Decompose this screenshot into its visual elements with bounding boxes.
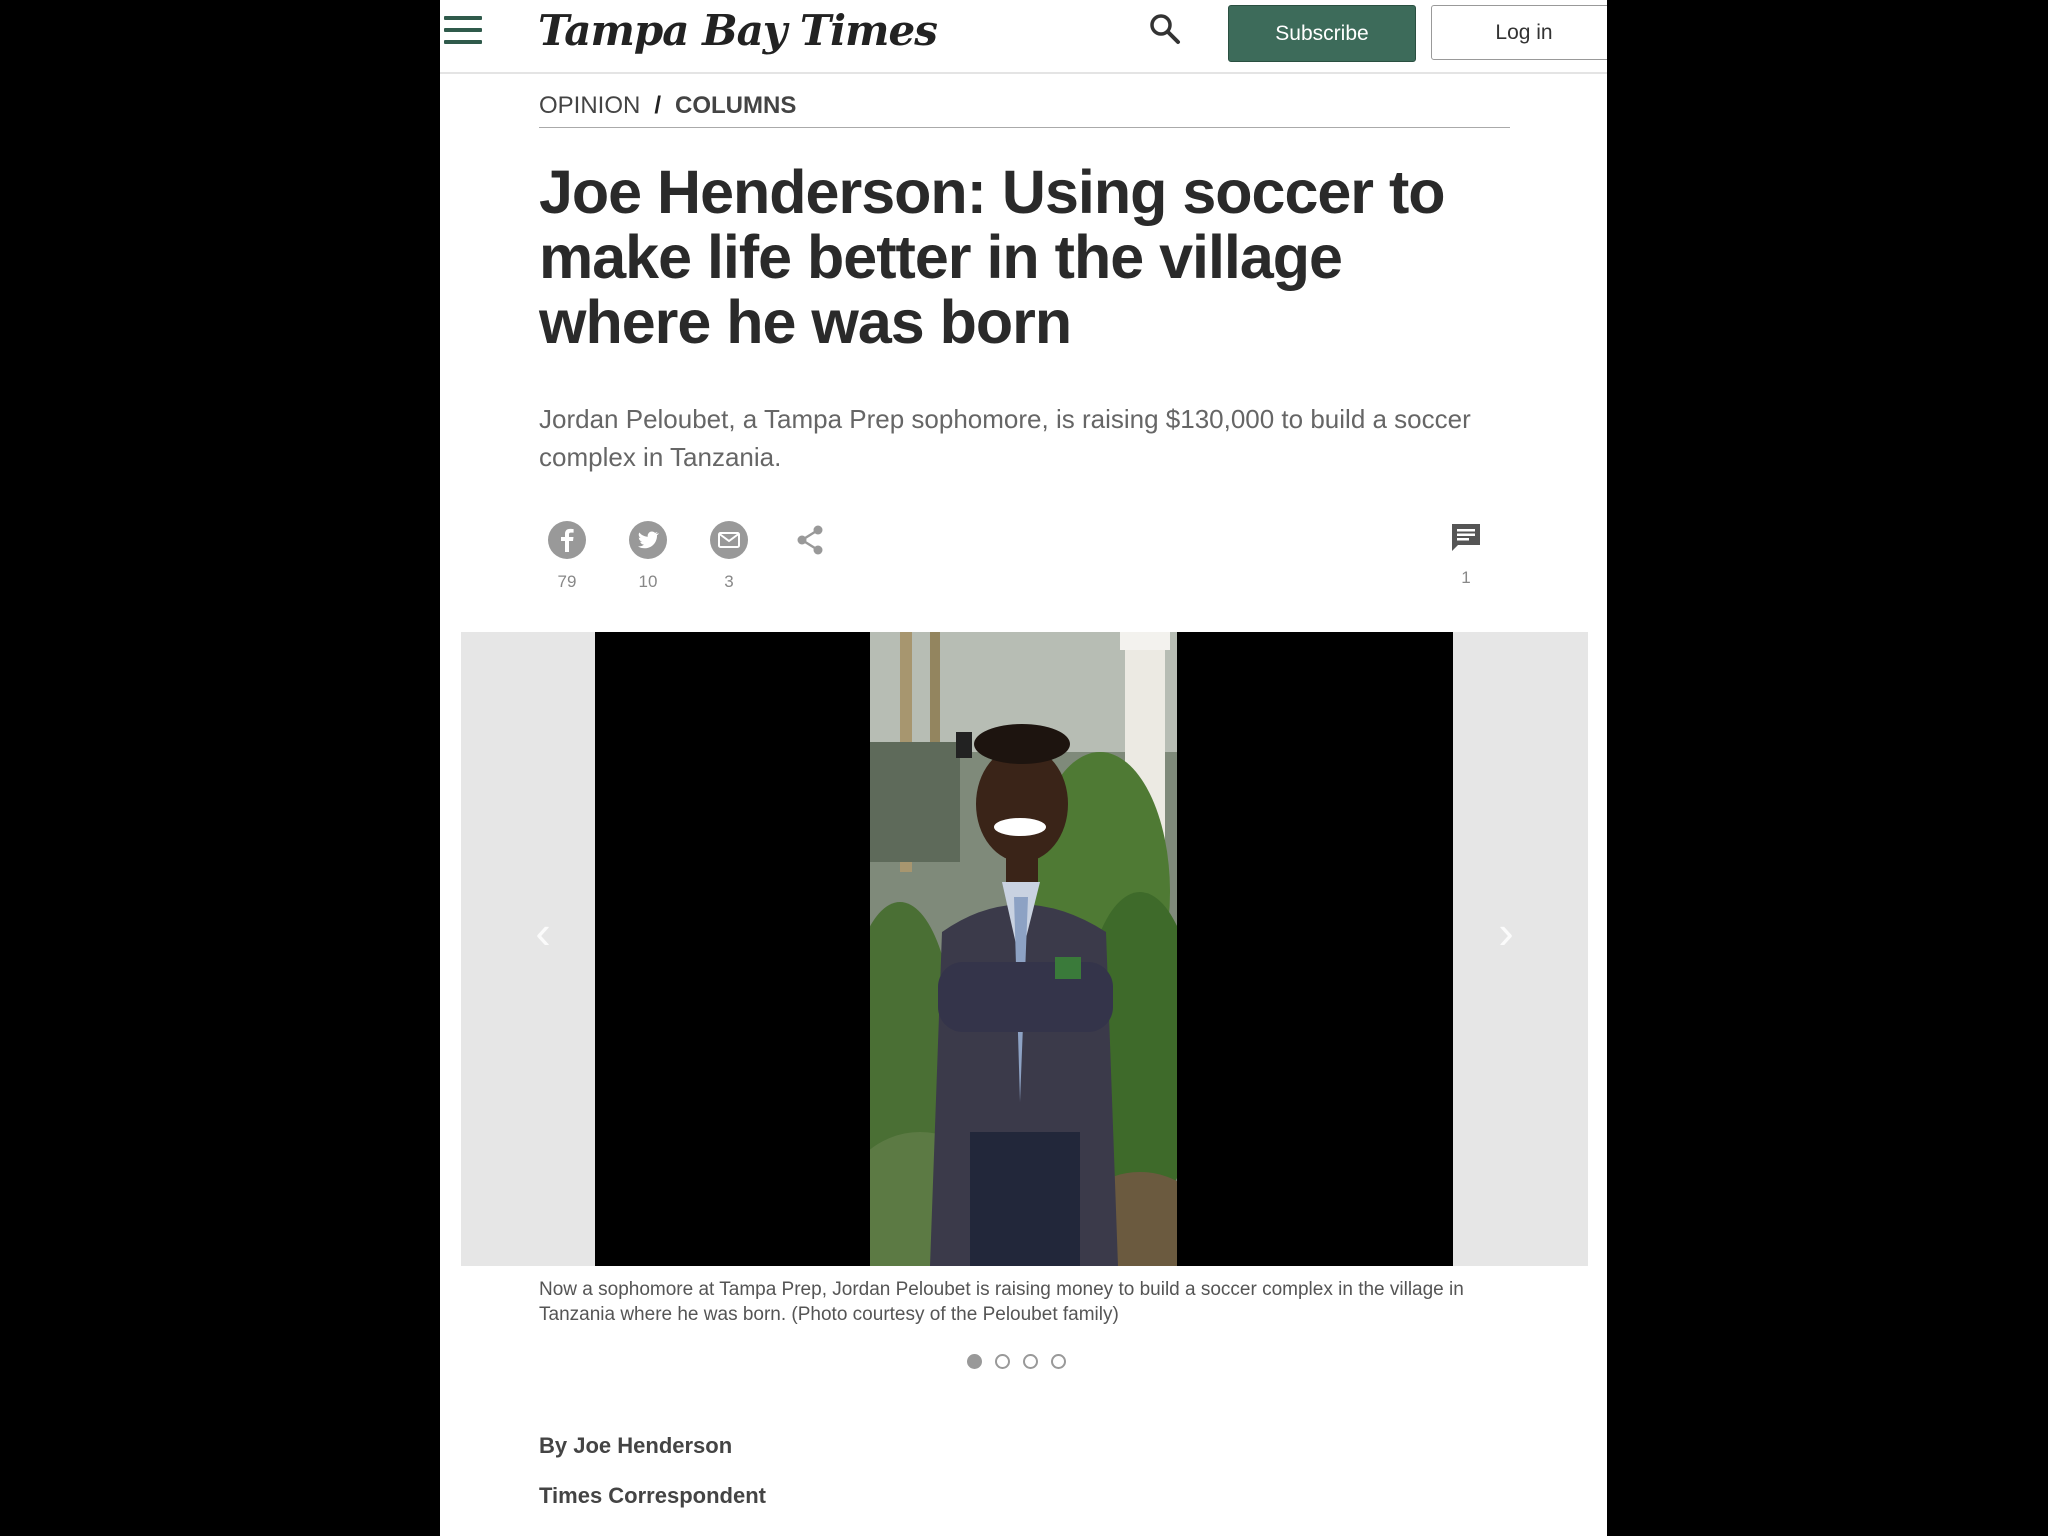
breadcrumb-columns[interactable]: COLUMNS <box>675 92 796 119</box>
comments-count: 1 <box>1461 568 1471 587</box>
article-page: Tampa Bay Times Subscribe Log in OPINION… <box>440 0 1607 1536</box>
gallery-dot-2[interactable] <box>995 1354 1010 1369</box>
article-dek: Jordan Peloubet, a Tampa Prep sophomore,… <box>539 404 1471 472</box>
breadcrumb-separator: / <box>654 92 662 119</box>
author-role: Times Correspondent <box>539 1483 766 1508</box>
site-header: Tampa Bay Times Subscribe Log in <box>440 0 1607 74</box>
facebook-icon <box>547 520 587 560</box>
breadcrumb: OPINION / COLUMNS <box>539 92 1510 128</box>
site-logo[interactable]: Tampa Bay Times <box>538 6 938 55</box>
gallery-dot-3[interactable] <box>1023 1354 1038 1369</box>
photo-caption: Now a sophomore at Tampa Prep, Jordan Pe… <box>539 1279 1464 1325</box>
email-share-button[interactable]: 3 <box>704 520 754 592</box>
gallery-pagination <box>967 1354 1066 1374</box>
article-headline: Joe Henderson: Using soccer to make life… <box>539 158 1446 356</box>
byline[interactable]: By Joe Henderson <box>539 1433 732 1459</box>
photo-gallery: ‹ › <box>461 632 1588 1266</box>
twitter-count: 10 <box>638 572 658 591</box>
gallery-prev-arrow[interactable]: ‹ <box>523 902 563 962</box>
share-button[interactable] <box>785 520 835 560</box>
share-icon <box>790 520 830 560</box>
login-button[interactable]: Log in <box>1431 5 1607 60</box>
email-icon <box>709 520 749 560</box>
twitter-share-button[interactable]: 10 <box>623 520 673 592</box>
gallery-next-arrow[interactable]: › <box>1486 902 1526 962</box>
comment-icon <box>1446 518 1486 558</box>
gallery-dot-4[interactable] <box>1051 1354 1066 1369</box>
gallery-dot-1[interactable] <box>967 1354 982 1369</box>
gallery-frame <box>595 632 1453 1266</box>
search-icon[interactable] <box>1148 12 1182 46</box>
facebook-count: 79 <box>557 572 577 591</box>
twitter-icon <box>628 520 668 560</box>
menu-icon[interactable] <box>444 16 482 48</box>
article-photo[interactable] <box>870 632 1177 1266</box>
subscribe-button[interactable]: Subscribe <box>1228 5 1416 62</box>
email-count: 3 <box>724 572 734 591</box>
comments-button[interactable]: 1 <box>1441 518 1491 588</box>
breadcrumb-opinion[interactable]: OPINION <box>539 92 640 119</box>
facebook-share-button[interactable]: 79 <box>542 520 592 592</box>
